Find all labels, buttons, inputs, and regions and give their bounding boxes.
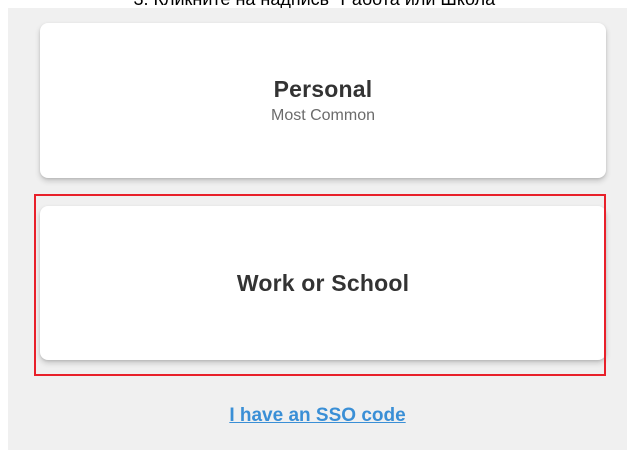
work-or-school-option-card[interactable]: Work or School	[40, 206, 606, 360]
personal-option-title: Personal	[273, 76, 373, 102]
personal-option-subtitle: Most Common	[270, 107, 376, 124]
work-or-school-option-title: Work or School	[236, 269, 410, 296]
account-type-screen: Personal Most Common Work or School I ha…	[8, 8, 627, 450]
personal-option-card[interactable]: Personal Most Common	[40, 23, 606, 178]
sso-code-link[interactable]: I have an SSO code	[8, 405, 627, 427]
